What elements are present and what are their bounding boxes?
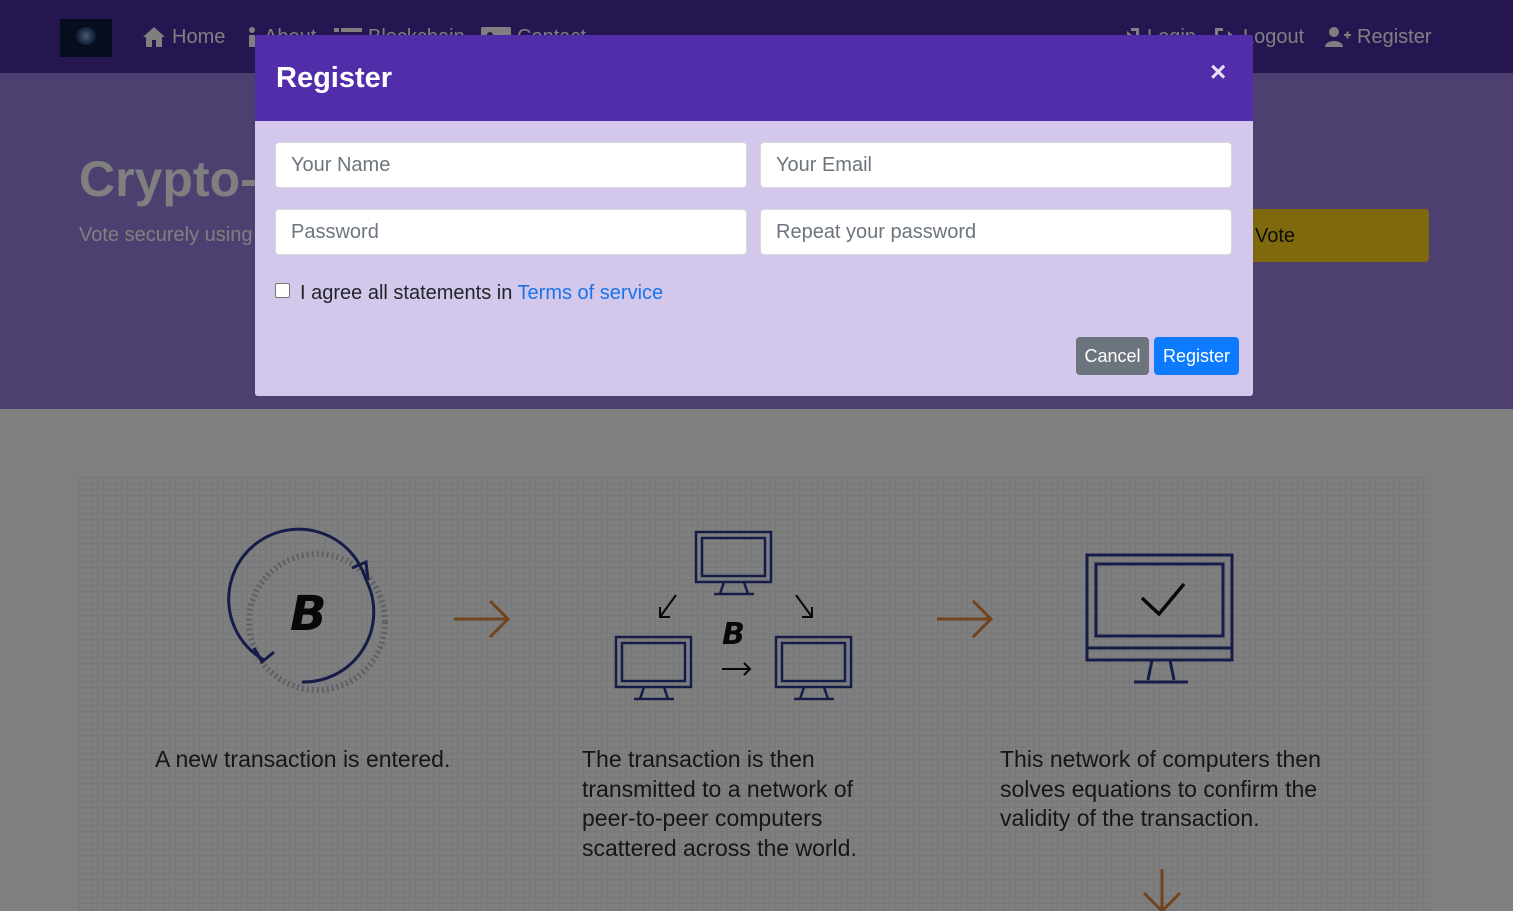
terms-of-service-link[interactable]: Terms of service bbox=[518, 282, 664, 304]
cancel-button[interactable]: Cancel bbox=[1076, 337, 1149, 375]
modal-header: Register × bbox=[255, 35, 1253, 121]
email-field[interactable] bbox=[760, 142, 1232, 188]
terms-checkbox[interactable] bbox=[275, 283, 290, 298]
name-field[interactable] bbox=[275, 142, 747, 188]
terms-agreement-label: I agree all statements in bbox=[300, 282, 513, 304]
register-button[interactable]: Register bbox=[1154, 337, 1239, 375]
password-field[interactable] bbox=[275, 209, 747, 255]
repeat-password-field[interactable] bbox=[760, 209, 1232, 255]
modal-title: Register bbox=[276, 62, 393, 94]
register-modal: Register × I agree all statements in Ter… bbox=[255, 35, 1253, 396]
terms-agreement: I agree all statements in Terms of servi… bbox=[300, 282, 663, 305]
close-icon[interactable]: × bbox=[1210, 57, 1226, 87]
